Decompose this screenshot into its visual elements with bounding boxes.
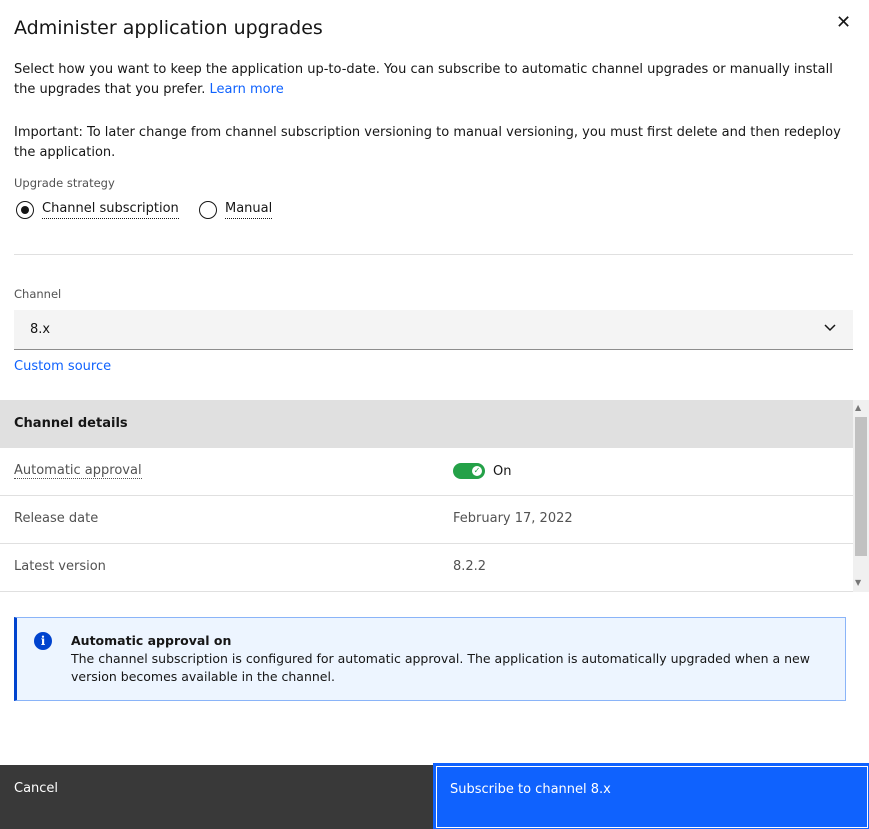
- channel-select[interactable]: 8.x: [14, 310, 853, 350]
- notification: Automatic approval on The channel subscr…: [14, 617, 846, 701]
- radio-manual[interactable]: Manual: [199, 200, 273, 219]
- row-key: Release date: [14, 511, 99, 526]
- scroll-down-icon[interactable]: ▼: [855, 578, 861, 587]
- notification-body: The channel subscription is configured f…: [71, 651, 810, 684]
- info-icon: i: [34, 632, 52, 650]
- subscribe-button[interactable]: Subscribe to channel 8.x: [433, 763, 869, 829]
- channel-label: Channel: [14, 287, 62, 301]
- table-row: Release date February 17, 2022: [0, 496, 853, 544]
- divider: [14, 254, 853, 255]
- chevron-down-icon: [823, 322, 837, 337]
- check-icon: ✓: [472, 466, 482, 476]
- upgrade-strategy-label: Upgrade strategy: [14, 176, 115, 190]
- automatic-approval-toggle[interactable]: ✓: [453, 463, 485, 479]
- learn-more-link[interactable]: Learn more: [210, 82, 284, 97]
- radio-label: Manual: [225, 200, 273, 219]
- dialog-title: Administer application upgrades: [14, 17, 323, 39]
- radio-label: Channel subscription: [42, 200, 179, 219]
- channel-value: 8.x: [30, 322, 51, 337]
- intro-text: Select how you want to keep the applicat…: [14, 60, 854, 100]
- custom-source-link[interactable]: Custom source: [14, 359, 111, 374]
- channel-details-header: Channel details: [0, 400, 853, 448]
- row-value: 8.2.2: [453, 559, 487, 574]
- automatic-approval-label: Automatic approval: [14, 463, 142, 479]
- cancel-button[interactable]: Cancel: [0, 765, 435, 829]
- table-row: Automatic approval ✓ On: [0, 448, 853, 496]
- close-icon[interactable]: ✕: [836, 12, 851, 33]
- scrollbar-thumb[interactable]: [855, 417, 867, 556]
- toggle-state: On: [493, 463, 512, 479]
- intro-body: Select how you want to keep the applicat…: [14, 62, 833, 97]
- row-value: February 17, 2022: [453, 511, 573, 526]
- important-text: Important: To later change from channel …: [14, 125, 841, 160]
- scroll-up-icon[interactable]: ▲: [855, 403, 861, 412]
- channel-details-table: Channel details Automatic approval ✓ On R…: [0, 400, 853, 592]
- radio-unchecked-icon: [199, 200, 217, 219]
- notification-title: Automatic approval on: [71, 633, 232, 648]
- radio-checked-icon: [16, 200, 34, 219]
- table-row: Latest version 8.2.2: [0, 544, 853, 592]
- row-key: Latest version: [14, 559, 106, 574]
- radio-channel-subscription[interactable]: Channel subscription: [16, 200, 179, 219]
